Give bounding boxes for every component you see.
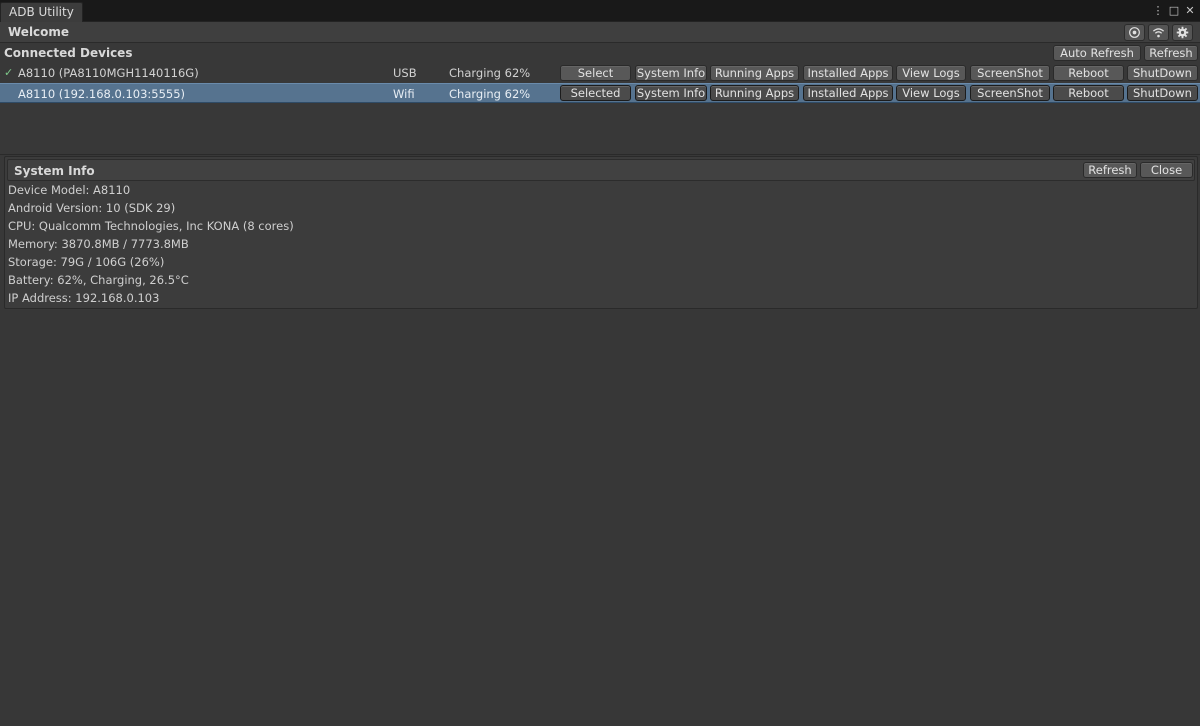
system-info-button[interactable]: System Info: [635, 85, 707, 101]
system-info-button[interactable]: System Info: [635, 65, 707, 81]
info-cpu: CPU: Qualcomm Technologies, Inc KONA (8 …: [8, 219, 294, 233]
running-apps-button[interactable]: Running Apps: [710, 85, 799, 101]
settings-button[interactable]: [1172, 24, 1193, 41]
info-ip-address: IP Address: 192.168.0.103: [8, 291, 160, 305]
info-storage: Storage: 79G / 106G (26%): [8, 255, 165, 269]
view-logs-button[interactable]: View Logs: [896, 85, 966, 101]
device-name: A8110 (PA8110MGH1140116G): [18, 66, 199, 80]
check-icon: ✓: [4, 66, 14, 79]
window-titlebar: ADB Utility ⋮ □ ✕: [0, 0, 1200, 22]
device-row-wifi[interactable]: A8110 (192.168.0.103:5555) Wifi Charging…: [0, 83, 1200, 103]
screenshot-button[interactable]: ScreenShot: [970, 65, 1050, 81]
select-button[interactable]: Select: [560, 65, 631, 81]
device-connection: USB: [393, 66, 417, 80]
welcome-label: Welcome: [8, 25, 70, 39]
device-connection: Wifi: [393, 87, 415, 101]
view-logs-button[interactable]: View Logs: [896, 65, 966, 81]
maximize-icon[interactable]: □: [1168, 2, 1180, 20]
connected-devices-header: Connected Devices Auto Refresh Refresh: [0, 44, 1200, 63]
target-button[interactable]: [1124, 24, 1145, 41]
tab-label: ADB Utility: [9, 5, 74, 19]
device-name: A8110 (192.168.0.103:5555): [18, 87, 186, 101]
wifi-icon: [1152, 28, 1165, 38]
gear-icon: [1176, 26, 1189, 39]
close-window-icon[interactable]: ✕: [1184, 2, 1196, 20]
system-info-title: System Info: [14, 164, 95, 178]
shutdown-button[interactable]: ShutDown: [1127, 65, 1198, 81]
info-android-version: Android Version: 10 (SDK 29): [8, 201, 176, 215]
installed-apps-button[interactable]: Installed Apps: [803, 65, 893, 81]
reboot-button[interactable]: Reboot: [1053, 85, 1124, 101]
device-status: Charging 62%: [449, 87, 531, 101]
screenshot-button[interactable]: ScreenShot: [970, 85, 1050, 101]
running-apps-button[interactable]: Running Apps: [710, 65, 799, 81]
empty-content-area: [0, 310, 1200, 726]
device-status: Charging 62%: [449, 66, 531, 80]
system-info-header: System Info Refresh Close: [7, 159, 1195, 181]
shutdown-button[interactable]: ShutDown: [1127, 85, 1198, 101]
installed-apps-button[interactable]: Installed Apps: [803, 85, 893, 101]
info-memory: Memory: 3870.8MB / 7773.8MB: [8, 237, 189, 251]
welcome-bar: Welcome: [0, 22, 1200, 43]
auto-refresh-button[interactable]: Auto Refresh: [1053, 45, 1141, 61]
info-battery: Battery: 62%, Charging, 26.5°C: [8, 273, 189, 287]
device-row-usb[interactable]: ✓ A8110 (PA8110MGH1140116G) USB Charging…: [0, 63, 1200, 83]
more-options-icon[interactable]: ⋮: [1152, 2, 1164, 20]
tab-adb-utility[interactable]: ADB Utility: [0, 2, 83, 22]
info-device-model: Device Model: A8110: [8, 183, 131, 197]
system-info-panel: System Info Refresh Close Device Model: …: [4, 156, 1198, 309]
devices-list-area: [0, 103, 1200, 155]
refresh-sysinfo-button[interactable]: Refresh: [1083, 162, 1137, 178]
connected-devices-title: Connected Devices: [4, 46, 133, 60]
wifi-button[interactable]: [1148, 24, 1169, 41]
close-sysinfo-button[interactable]: Close: [1140, 162, 1193, 178]
refresh-devices-button[interactable]: Refresh: [1144, 45, 1198, 61]
target-icon: [1129, 27, 1140, 38]
reboot-button[interactable]: Reboot: [1053, 65, 1124, 81]
window-controls: ⋮ □ ✕: [1152, 2, 1196, 20]
selected-button[interactable]: Selected: [560, 85, 631, 101]
